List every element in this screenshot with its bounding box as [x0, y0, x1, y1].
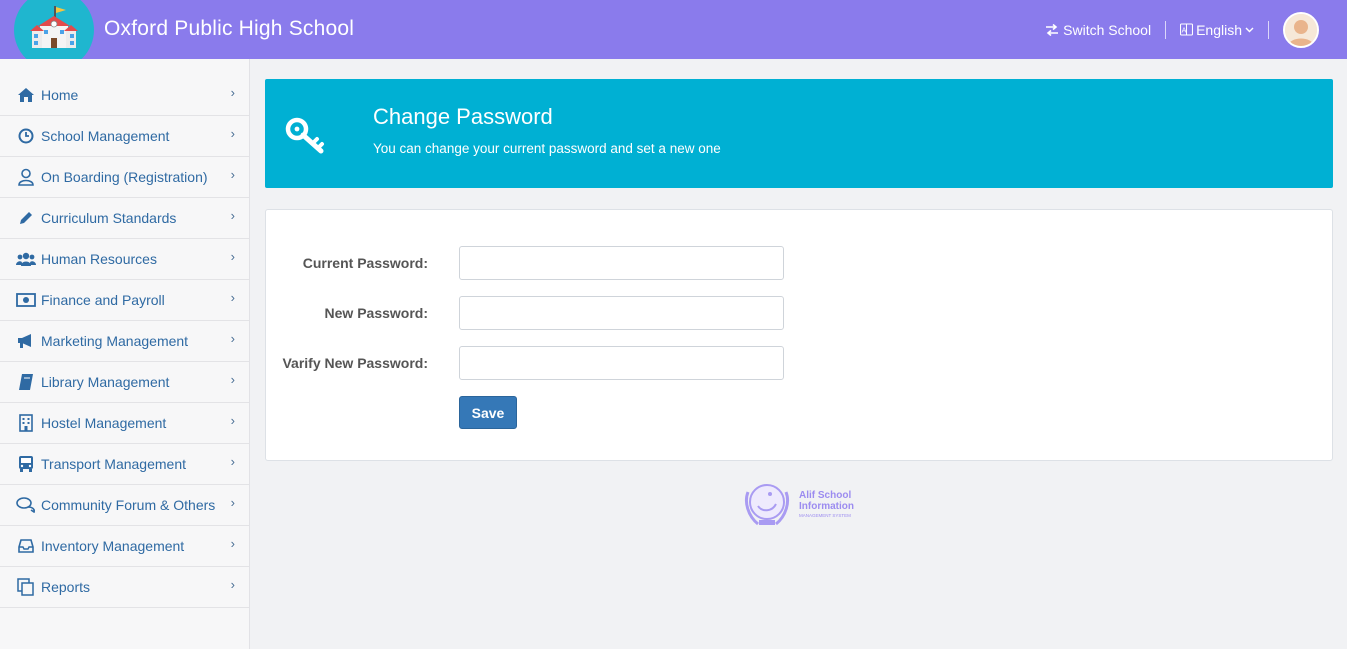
switch-school-button[interactable]: Switch School [1045, 22, 1151, 38]
sidebar-item-label: Human Resources [41, 251, 157, 267]
chevron-right-icon: › [230, 331, 235, 346]
sidebar-item-school-management[interactable]: School Management › [0, 116, 249, 157]
footer-brand-sub: MANAGEMENT SYSTEM [799, 513, 851, 518]
footer-logo: Alif School Information MANAGEMENT SYSTE… [740, 478, 860, 532]
sidebar-item-label: School Management [41, 128, 170, 144]
footer-brand-line2: Information [799, 501, 854, 512]
chevron-right-icon: › [230, 85, 235, 100]
svg-text:A: A [1182, 27, 1187, 35]
new-password-label: New Password: [324, 305, 428, 321]
sidebar-item-reports[interactable]: Reports › [0, 567, 249, 608]
key-icon [285, 117, 324, 154]
footer-brand-line1: Alif School [799, 490, 852, 501]
laurel-emblem-icon [744, 484, 790, 526]
chevron-right-icon: › [230, 372, 235, 387]
sidebar-item-curriculum[interactable]: Curriculum Standards › [0, 198, 249, 239]
clock-icon [16, 126, 36, 146]
chevron-right-icon: › [230, 126, 235, 141]
sidebar-item-label: Library Management [41, 374, 170, 390]
page-title: Change Password [373, 104, 553, 129]
sidebar-item-onboarding[interactable]: On Boarding (Registration) › [0, 157, 249, 198]
chevron-right-icon: › [230, 290, 235, 305]
chevron-down-icon [1245, 27, 1254, 32]
sidebar-item-transport[interactable]: Transport Management › [0, 444, 249, 485]
current-password-label: Current Password: [302, 255, 428, 271]
language-label: English [1196, 21, 1242, 38]
building-icon [16, 413, 36, 433]
top-bar: Oxford Public High School Switch School … [0, 0, 1347, 70]
sidebar-item-marketing[interactable]: Marketing Management › [0, 321, 249, 362]
new-password-input[interactable] [459, 296, 784, 330]
sidebar: Home › School Management › On Boarding (… [0, 59, 250, 649]
book-icon [16, 372, 36, 392]
user-outline-icon [16, 167, 36, 187]
pencil-icon [16, 208, 36, 228]
user-avatar-icon [1285, 13, 1317, 46]
verify-password-label: Varify New Password: [282, 355, 428, 371]
sidebar-item-label: Hostel Management [41, 415, 167, 431]
sidebar-item-inventory[interactable]: Inventory Management › [0, 526, 249, 567]
current-password-input[interactable] [459, 246, 784, 280]
sidebar-item-label: Inventory Management [41, 538, 185, 554]
new-password-row: New Password: [266, 296, 1332, 330]
chevron-right-icon: › [230, 454, 235, 469]
switch-school-label: Switch School [1063, 21, 1152, 38]
chevron-right-icon: › [230, 167, 235, 182]
sidebar-item-label: Curriculum Standards [41, 210, 177, 226]
chevron-right-icon: › [230, 249, 235, 264]
users-icon [16, 249, 36, 269]
money-icon [16, 290, 36, 310]
footer-brand-name: Alif School Information [799, 490, 854, 512]
current-password-row: Current Password: [266, 246, 1332, 280]
inbox-icon [16, 536, 36, 556]
language-selector[interactable]: A English [1180, 22, 1254, 38]
chevron-right-icon: › [230, 413, 235, 428]
bus-icon [16, 454, 36, 474]
sidebar-menu: Home › School Management › On Boarding (… [0, 59, 249, 608]
sidebar-item-label: On Boarding (Registration) [41, 169, 208, 185]
chevron-right-icon: › [230, 208, 235, 223]
comments-icon [16, 495, 36, 515]
sidebar-item-hostel[interactable]: Hostel Management › [0, 403, 249, 444]
sidebar-item-label: Reports [41, 579, 91, 595]
save-button[interactable]: Save [459, 396, 517, 429]
school-building-icon [30, 6, 78, 48]
verify-password-input[interactable] [459, 346, 784, 380]
sidebar-item-community[interactable]: Community Forum & Others › [0, 485, 249, 526]
sidebar-item-label: Finance and Payroll [41, 292, 165, 308]
user-avatar[interactable] [1283, 11, 1319, 48]
page-subtitle: You can change your current password and… [373, 141, 721, 156]
sidebar-item-library[interactable]: Library Management › [0, 362, 249, 403]
sidebar-item-label: Transport Management [41, 456, 186, 472]
sidebar-item-human-resources[interactable]: Human Resources › [0, 239, 249, 280]
verify-password-row: Varify New Password: [266, 346, 1332, 380]
chevron-right-icon: › [230, 536, 235, 551]
page-header-banner: Change Password You can change your curr… [265, 79, 1333, 188]
chevron-right-icon: › [230, 577, 235, 592]
divider [1268, 20, 1269, 39]
sidebar-item-finance[interactable]: Finance and Payroll › [0, 280, 249, 321]
change-password-form: Current Password: New Password: Varify N… [265, 209, 1333, 461]
sidebar-item-label: Home [41, 87, 79, 103]
copy-icon [16, 577, 36, 597]
sidebar-item-label: Community Forum & Others [41, 497, 216, 513]
divider [1165, 20, 1167, 39]
sidebar-item-home[interactable]: Home › [0, 75, 249, 116]
bullhorn-icon [16, 331, 36, 351]
app-title: Oxford Public High School [104, 17, 355, 40]
exchange-icon [1046, 23, 1059, 36]
home-icon [16, 85, 36, 105]
sidebar-item-label: Marketing Management [41, 333, 189, 349]
chevron-right-icon: › [230, 495, 235, 510]
language-icon: A [1180, 23, 1194, 36]
